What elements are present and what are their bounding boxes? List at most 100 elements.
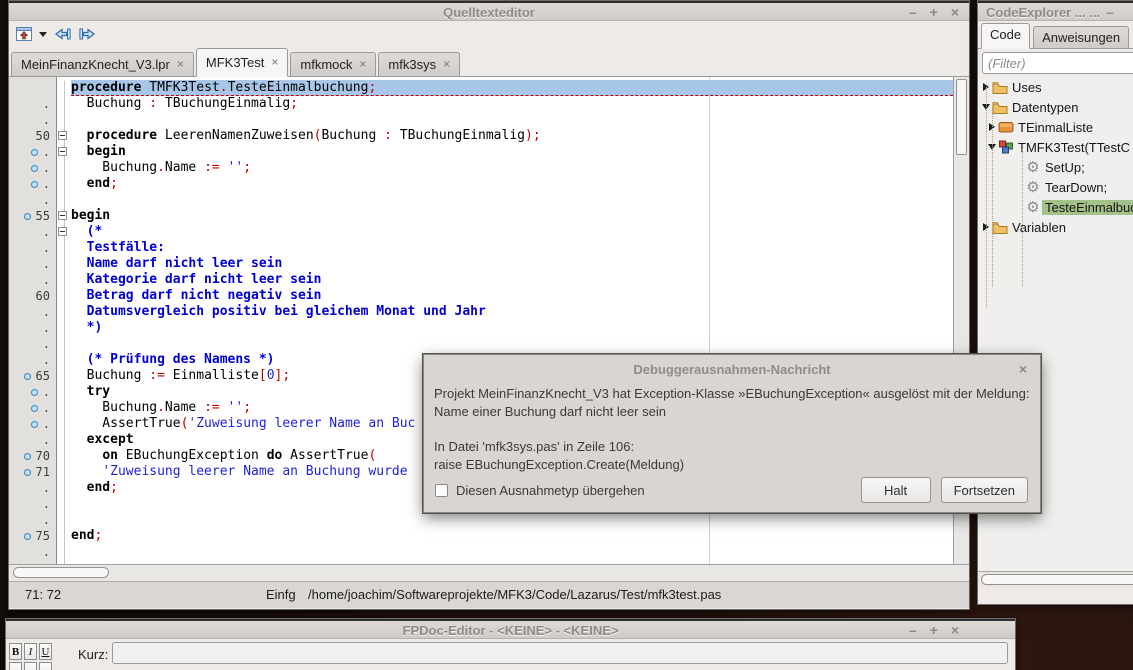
gutter-cell: . xyxy=(9,544,57,560)
tab-mfk3test[interactable]: MFK3Test × xyxy=(196,48,289,77)
explorer-tab-code[interactable]: Code xyxy=(981,23,1030,49)
format-button[interactable] xyxy=(9,662,22,670)
bold-button[interactable]: B xyxy=(9,643,22,660)
debug-line-dot-icon xyxy=(24,213,31,220)
dropdown-arrow-icon[interactable] xyxy=(39,23,47,45)
tab-mfk3sys[interactable]: mfk3sys × xyxy=(378,52,460,76)
tree-item-uses[interactable]: Uses xyxy=(978,77,1133,97)
line-number: . xyxy=(43,304,50,320)
minimize-button[interactable]: – xyxy=(1106,4,1114,20)
line-number: . xyxy=(43,544,50,560)
scrollbar-thumb[interactable] xyxy=(13,567,109,578)
tab-label: MFK3Test xyxy=(206,55,265,70)
code-text: Name darf nicht leer sein xyxy=(71,256,953,272)
close-button[interactable]: × xyxy=(951,622,959,638)
open-file-up-icon[interactable] xyxy=(15,23,33,45)
tab-close-icon[interactable]: × xyxy=(271,55,278,69)
fold-margin xyxy=(57,544,71,560)
dialog-message-line: raise EBuchungException.Create(Meldung) xyxy=(434,456,1030,474)
format-button[interactable] xyxy=(39,662,52,670)
fold-margin xyxy=(57,448,71,464)
type-box-icon xyxy=(997,121,1015,133)
tab-mfkmock[interactable]: mfkmock× xyxy=(290,52,376,76)
desktop: Quelltexteditor – + × MeinFinanzKnecht_V… xyxy=(0,0,1133,670)
format-buttons: BIU xyxy=(9,643,52,660)
line-number: 60 xyxy=(36,288,50,304)
editor-titlebar[interactable]: Quelltexteditor – + × xyxy=(9,1,969,21)
scrollbar-thumb[interactable] xyxy=(981,574,1133,585)
fold-margin xyxy=(57,240,71,256)
line-number: . xyxy=(43,144,50,160)
editor-horizontal-scrollbar[interactable] xyxy=(9,564,969,581)
debug-line-dot-icon xyxy=(31,149,38,156)
ignore-exception-option[interactable]: Diesen Ausnahmetyp übergehen xyxy=(435,483,645,498)
fold-collapse-icon[interactable] xyxy=(58,227,67,236)
code-text xyxy=(71,512,953,528)
line-number: 50 xyxy=(36,128,50,144)
maximize-button[interactable]: + xyxy=(930,4,938,20)
fold-margin xyxy=(57,416,71,432)
fold-collapse-icon[interactable] xyxy=(58,147,67,156)
ignore-exception-checkbox[interactable] xyxy=(435,484,448,497)
explorer-horizontal-scrollbar[interactable] xyxy=(978,571,1133,588)
tree-item-label: TEinmalListe xyxy=(1015,120,1096,135)
fold-margin xyxy=(57,384,71,400)
code-text: (* xyxy=(71,224,953,240)
editor-toolbar xyxy=(9,21,969,47)
close-icon[interactable]: × xyxy=(1019,361,1027,377)
gutter-cell: . xyxy=(9,304,57,320)
gutter-cell: 70 xyxy=(9,448,57,464)
code-text xyxy=(71,544,953,560)
navigate-back-icon[interactable] xyxy=(53,23,72,45)
fold-margin xyxy=(57,224,71,240)
tab-meinfinanzknecht_v3.lpr[interactable]: MeinFinanzKnecht_V3.lpr × xyxy=(11,52,194,76)
tree-item-setup[interactable]: ⚙SetUp; xyxy=(978,157,1133,177)
explorer-titlebar[interactable]: CodeExplorer ... ... – xyxy=(978,1,1133,21)
explorer-tab-anweisungen[interactable]: Anweisungen xyxy=(1033,26,1129,48)
tab-close-icon[interactable]: × xyxy=(177,57,184,71)
gear-icon: ⚙ xyxy=(1024,200,1042,215)
gutter-cell: . xyxy=(9,112,57,128)
tree-item-datentypen[interactable]: Datentypen xyxy=(978,97,1133,117)
gutter-cell: . xyxy=(9,400,57,416)
filter-input[interactable] xyxy=(982,52,1133,74)
kurz-input[interactable] xyxy=(112,642,1008,664)
fold-margin xyxy=(57,176,71,192)
fold-collapse-icon[interactable] xyxy=(58,211,67,220)
code-text: procedure TMFK3Test.TesteEinmalbuchung; xyxy=(71,80,953,96)
code-text: Datumsvergleich positiv bei gleichem Mon… xyxy=(71,304,953,320)
line-number: . xyxy=(43,432,50,448)
gutter-cell: 55 xyxy=(9,208,57,224)
fold-margin xyxy=(57,480,71,496)
underline-button[interactable]: U xyxy=(39,643,52,660)
line-number: . xyxy=(43,176,50,192)
gutter-cell: . xyxy=(9,512,57,528)
minimize-button[interactable]: – xyxy=(909,622,917,638)
minimize-button[interactable]: – xyxy=(909,4,917,20)
fold-margin xyxy=(57,272,71,288)
halt-button[interactable]: Halt xyxy=(861,477,931,503)
fpdoc-titlebar[interactable]: FPDoc-Editor - <KEINE> - <KEINE> – + × xyxy=(6,619,1015,639)
tab-close-icon[interactable]: × xyxy=(443,57,450,71)
gutter-cell: . xyxy=(9,336,57,352)
scrollbar-thumb[interactable] xyxy=(956,79,967,155)
code-line: . end; xyxy=(9,176,953,192)
close-button[interactable]: × xyxy=(951,4,959,20)
format-button[interactable] xyxy=(24,662,37,670)
gutter-cell: 50 xyxy=(9,128,57,144)
tab-close-icon[interactable]: × xyxy=(359,57,366,71)
tree-item-label: SetUp; xyxy=(1042,160,1088,175)
fold-collapse-icon[interactable] xyxy=(58,131,67,140)
tab-label: mfk3sys xyxy=(388,57,436,72)
tree-item-teardown[interactable]: ⚙TearDown; xyxy=(978,177,1133,197)
fortsetzen-button[interactable]: Fortsetzen xyxy=(941,477,1028,503)
tab-label: MeinFinanzKnecht_V3.lpr xyxy=(21,57,170,72)
line-number: . xyxy=(43,96,50,112)
italic-button[interactable]: I xyxy=(24,643,37,660)
navigate-forward-icon[interactable] xyxy=(78,23,97,45)
tree-item-variablen[interactable]: Variablen xyxy=(978,217,1133,237)
tree-item-tmfk3testttestc[interactable]: TMFK3Test(TTestC xyxy=(978,137,1133,157)
maximize-button[interactable]: + xyxy=(930,622,938,638)
tree-item-teinmalliste[interactable]: TEinmalListe xyxy=(978,117,1133,137)
tree-item-testeeinmalbuc[interactable]: ⚙TesteEinmalbuc xyxy=(978,197,1133,217)
